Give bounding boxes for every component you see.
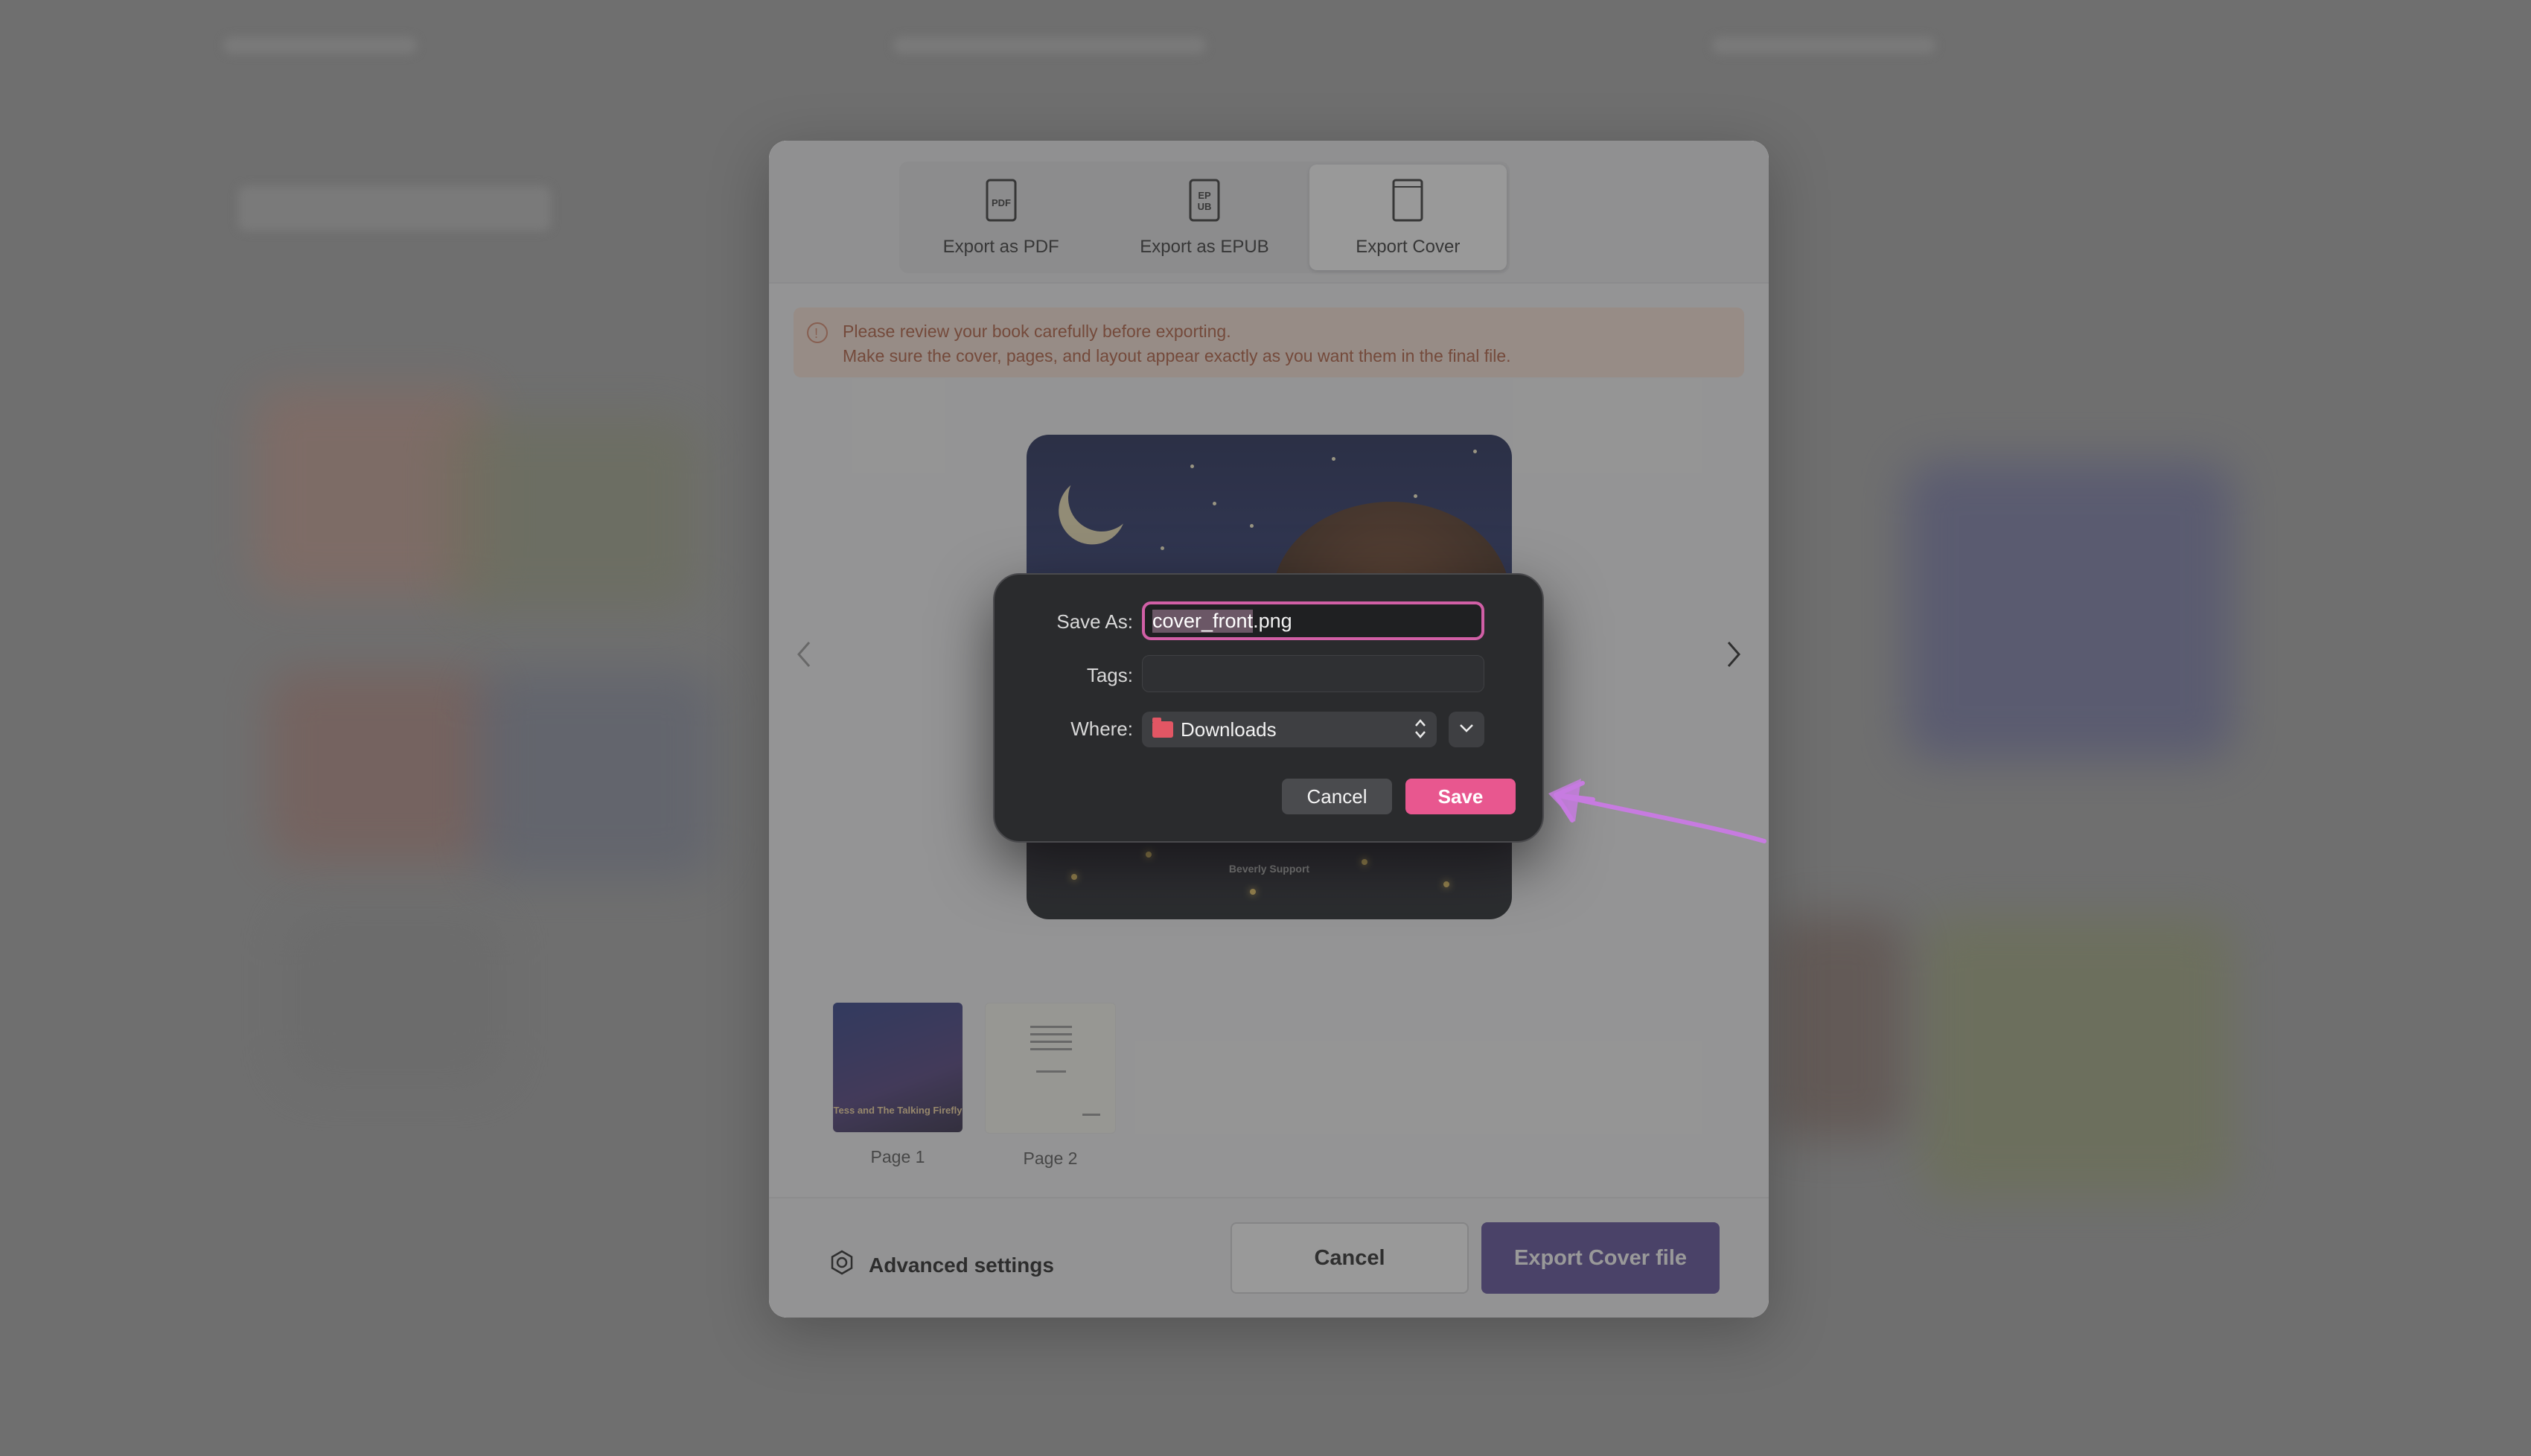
modal-footer: Advanced settings Cancel Export Cover fi… — [769, 1197, 1769, 1318]
export-tabbar: PDF Export as PDF EP UB Export as EPUB Ex… — [899, 162, 1510, 273]
thumbnail-title: Tess and The Talking Firefly — [833, 1105, 963, 1116]
thumbnail-page-1[interactable]: Tess and The Talking Firefly Page 1 — [833, 1003, 963, 1169]
save-dialog-cancel-button[interactable]: Cancel — [1282, 779, 1392, 814]
folder-icon — [1152, 718, 1173, 738]
save-dialog: Save As: cover_front .png Tags: Where: Do… — [993, 573, 1544, 843]
filename-extension: .png — [1253, 609, 1292, 632]
chevron-down-icon — [1458, 719, 1475, 741]
thumbnail-label: Page 2 — [1023, 1149, 1078, 1168]
page-thumbnails: Tess and The Talking Firefly Page 1 Page… — [833, 1003, 1116, 1169]
tab-label: Export as PDF — [942, 236, 1059, 257]
tab-label: Export Cover — [1356, 236, 1461, 257]
thumbnail-page-2[interactable]: Page 2 — [985, 1003, 1116, 1169]
save-dialog-save-button[interactable]: Save — [1405, 779, 1516, 814]
alert-line-1: Please review your book carefully before… — [843, 322, 1231, 341]
tags-label: Tags: — [1086, 664, 1133, 686]
epub-file-icon: EP UB — [1187, 178, 1222, 228]
advanced-settings-button[interactable]: Advanced settings — [829, 1249, 1054, 1281]
review-alert: Please review your book carefully before… — [794, 307, 1744, 377]
advanced-settings-label: Advanced settings — [869, 1253, 1054, 1277]
cancel-button[interactable]: Cancel — [1231, 1222, 1469, 1294]
up-down-chevron-icon — [1414, 718, 1426, 741]
svg-text:PDF: PDF — [992, 197, 1011, 208]
book-cover-icon — [1390, 178, 1426, 228]
where-label: Where: — [1070, 718, 1133, 740]
export-cover-file-button[interactable]: Export Cover file — [1481, 1222, 1720, 1294]
gear-icon — [829, 1249, 855, 1281]
save-as-input[interactable]: cover_front .png — [1142, 601, 1484, 640]
cover-author-text: Beverly Support — [1228, 863, 1310, 875]
export-tabs-area: PDF Export as PDF EP UB Export as EPUB Ex… — [769, 141, 1769, 284]
filename-selected-text: cover_front — [1152, 609, 1254, 633]
previous-page-arrow-icon[interactable] — [790, 639, 820, 669]
tab-export-epub[interactable]: EP UB Export as EPUB — [1105, 165, 1303, 270]
svg-text:EP: EP — [1198, 190, 1211, 201]
save-as-label: Save As: — [1056, 610, 1133, 633]
tab-export-cover[interactable]: Export Cover — [1309, 165, 1507, 270]
svg-text:UB: UB — [1198, 201, 1212, 212]
next-page-arrow-icon[interactable] — [1718, 639, 1748, 669]
thumbnail-image — [985, 1003, 1116, 1134]
thumbnail-label: Page 1 — [870, 1147, 925, 1166]
alert-line-2: Make sure the cover, pages, and layout a… — [843, 346, 1511, 365]
where-select[interactable]: Downloads — [1142, 712, 1437, 747]
pdf-file-icon: PDF — [983, 178, 1019, 228]
expand-dialog-button[interactable] — [1449, 712, 1484, 747]
thumbnail-image: Tess and The Talking Firefly — [833, 1003, 963, 1132]
moon-illustration — [1059, 455, 1144, 540]
tags-input[interactable] — [1142, 655, 1484, 692]
tab-export-pdf[interactable]: PDF Export as PDF — [902, 165, 1099, 270]
info-icon — [807, 322, 828, 346]
where-value: Downloads — [1181, 718, 1277, 741]
tab-label: Export as EPUB — [1140, 236, 1269, 257]
annotation-arrow-icon — [1548, 779, 1766, 843]
